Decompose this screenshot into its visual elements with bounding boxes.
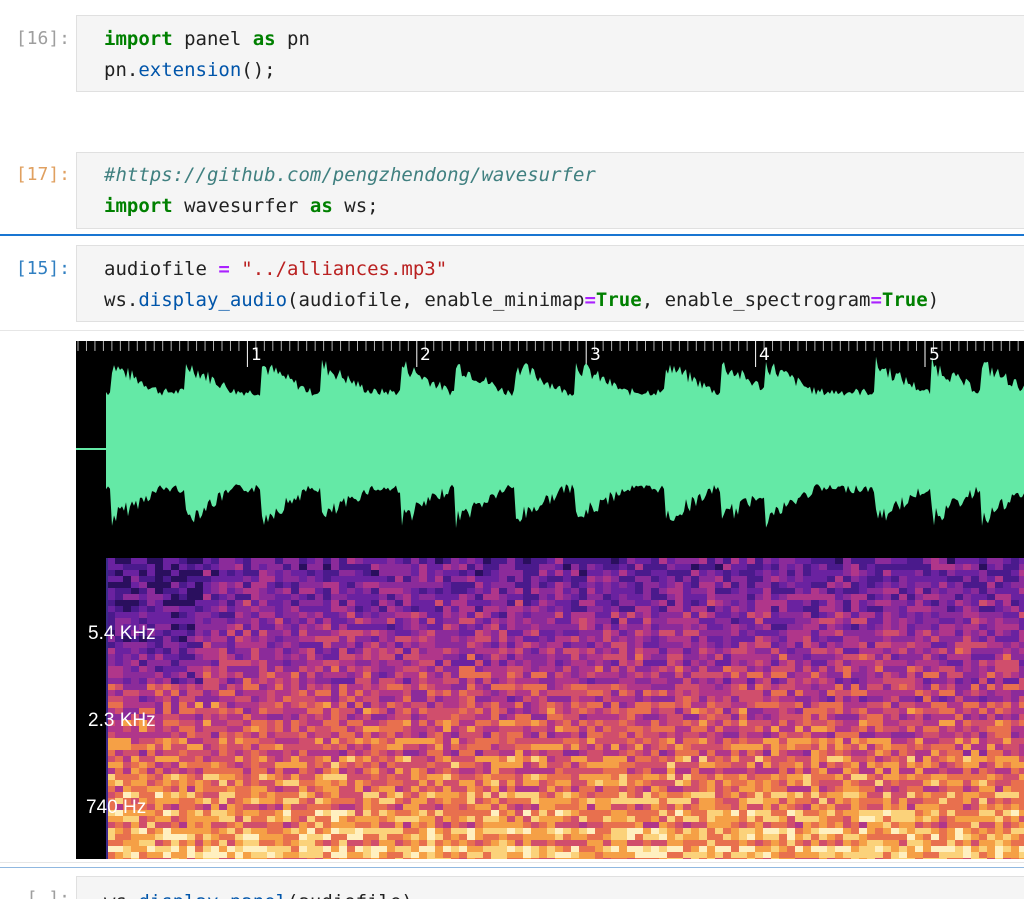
code-editor[interactable]: ws.display_panel(audiofile) — [76, 876, 1024, 899]
code-line: ws.display_audio(audiofile, enable_minim… — [104, 289, 940, 311]
code-line: import panel as pn — [104, 28, 310, 50]
code-line: import wavesurfer as ws; — [104, 195, 379, 217]
code-editor[interactable]: import panel as pn pn.extension(); — [76, 15, 1024, 92]
code-cell-17[interactable]: [17]: #https://github.com/pengzhendong/w… — [0, 140, 1024, 232]
code-line: pn.extension(); — [104, 59, 276, 81]
cell-divider — [0, 862, 1024, 863]
code-cell-15[interactable]: [15]: audiofile = "../alliances.mp3" ws.… — [0, 236, 1024, 332]
code-cell-16[interactable]: [16]: import panel as pn pn.extension(); — [0, 0, 1024, 120]
cell-prompt: [16]: — [15, 28, 70, 49]
code-line: #https://github.com/pengzhendong/wavesur… — [104, 164, 596, 186]
cell-divider — [0, 330, 1024, 331]
code-line: audiofile = "../alliances.mp3" — [104, 258, 448, 280]
cell-prompt: [15]: — [15, 258, 70, 279]
timeline-label: 5 — [929, 345, 940, 365]
code-editor[interactable]: audiofile = "../alliances.mp3" ws.displa… — [76, 245, 1024, 322]
timeline-label: 1 — [251, 345, 262, 365]
frequency-label: 2.3 KHz — [88, 710, 156, 731]
timeline-label: 2 — [420, 345, 431, 365]
timeline-label: 4 — [759, 345, 770, 365]
frequency-label: 5.4 KHz — [88, 623, 156, 644]
timeline-label: 3 — [590, 345, 601, 365]
waveform-shape — [76, 356, 1024, 528]
code-cell-next[interactable]: [ ]: ws.display_panel(audiofile) — [0, 868, 1024, 899]
waveform-canvas[interactable] — [76, 341, 1024, 859]
code-line: ws.display_panel(audiofile) — [104, 887, 413, 899]
frequency-label: 740 Hz — [86, 797, 147, 818]
cell-prompt: [17]: — [15, 164, 70, 185]
code-editor[interactable]: #https://github.com/pengzhendong/wavesur… — [76, 152, 1024, 229]
spectrogram — [107, 558, 1024, 859]
cell-prompt: [ ]: — [26, 888, 70, 899]
wavesurfer-player[interactable]: 1 2 3 4 5 5.4 KHz 2.3 KHz 740 Hz — [76, 341, 1024, 859]
